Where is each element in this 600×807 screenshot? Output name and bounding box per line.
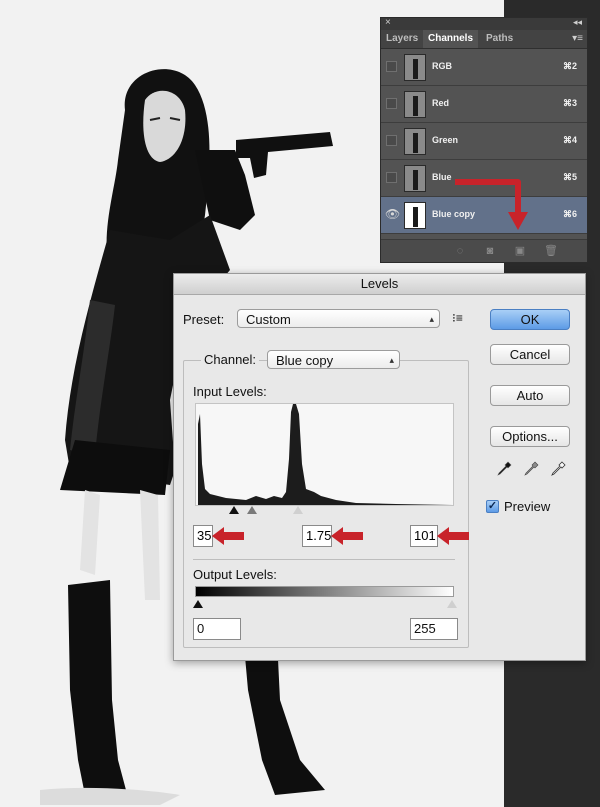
channel-shortcut: ⌘5 xyxy=(562,172,577,182)
chevron-updown-icon: ▴ xyxy=(429,314,434,324)
channel-value: Blue copy xyxy=(276,353,334,368)
input-black-field[interactable]: 35 xyxy=(193,525,213,547)
trash-icon[interactable]: 🗑 xyxy=(544,245,558,257)
cancel-button[interactable]: Cancel xyxy=(490,344,570,365)
annotation-arrow-channels xyxy=(455,179,528,230)
preview-checkbox[interactable]: ✓ xyxy=(486,500,499,513)
input-gamma-slider[interactable] xyxy=(247,506,257,514)
panel-footer: ◌ ◙ ▣ 🗑 xyxy=(381,239,587,262)
input-gamma-field[interactable]: 1.75 xyxy=(302,525,332,547)
preset-label: Preset: xyxy=(183,312,225,327)
panel-header-strip: × ◂◂ xyxy=(381,17,587,30)
output-black-slider[interactable] xyxy=(193,600,203,608)
channel-shortcut: ⌘6 xyxy=(562,209,577,219)
channel-thumbnail xyxy=(404,165,426,192)
channel-thumbnail xyxy=(404,128,426,155)
channel-shortcut: ⌘2 xyxy=(562,61,577,71)
tab-channels[interactable]: Channels xyxy=(423,30,479,48)
preview-label: Preview xyxy=(504,499,551,514)
channel-row-green[interactable]: Green ⌘4 xyxy=(381,123,587,160)
dialog-title: Levels xyxy=(174,274,585,295)
ok-button[interactable]: OK xyxy=(490,309,570,330)
input-white-field[interactable]: 101 xyxy=(410,525,438,547)
annotation-arrow-white xyxy=(437,527,469,545)
black-eyedropper-icon[interactable] xyxy=(496,461,512,477)
tab-paths[interactable]: Paths xyxy=(481,30,518,48)
close-icon[interactable]: × xyxy=(385,17,391,28)
visibility-toggle[interactable] xyxy=(386,61,397,72)
channel-select[interactable]: Blue copy ▴ xyxy=(267,350,400,369)
visibility-toggle[interactable] xyxy=(386,135,397,146)
input-levels-label: Input Levels: xyxy=(193,384,267,399)
auto-button[interactable]: Auto xyxy=(490,385,570,406)
annotation-arrow-black xyxy=(212,527,244,545)
white-eyedropper-icon[interactable] xyxy=(550,461,566,477)
channel-name: Green xyxy=(432,135,459,145)
channel-thumbnail xyxy=(404,54,426,81)
save-selection-icon[interactable]: ◙ xyxy=(484,245,496,257)
output-white-field[interactable]: 255 xyxy=(410,618,458,640)
eye-icon[interactable]: 👁 xyxy=(385,207,400,221)
output-white-slider[interactable] xyxy=(447,600,457,608)
channel-label: Channel: xyxy=(201,352,260,367)
channel-row-red[interactable]: Red ⌘3 xyxy=(381,86,587,123)
chevron-updown-icon: ▴ xyxy=(389,355,394,365)
channel-row-rgb[interactable]: RGB ⌘2 xyxy=(381,49,587,86)
channel-name: Blue xyxy=(432,172,452,182)
channel-thumbnail xyxy=(404,202,426,229)
preset-select[interactable]: Custom ▴ xyxy=(237,309,440,328)
output-levels-label: Output Levels: xyxy=(193,567,277,582)
histogram-graph xyxy=(198,404,453,505)
load-selection-icon[interactable]: ◌ xyxy=(454,245,466,257)
input-white-slider[interactable] xyxy=(293,506,303,514)
annotation-arrow-gamma xyxy=(331,527,363,545)
channel-thumbnail xyxy=(404,91,426,118)
output-gradient xyxy=(195,586,454,597)
input-black-slider[interactable] xyxy=(229,506,239,514)
section-divider xyxy=(193,559,455,560)
collapse-icon[interactable]: ◂◂ xyxy=(573,17,582,28)
channel-shortcut: ⌘4 xyxy=(562,135,577,145)
channel-shortcut: ⌘3 xyxy=(562,98,577,108)
new-channel-icon[interactable]: ▣ xyxy=(514,245,526,257)
tab-layers[interactable]: Layers xyxy=(381,30,423,48)
channel-name: Red xyxy=(432,98,450,108)
gray-eyedropper-icon[interactable] xyxy=(523,461,539,477)
output-black-field[interactable]: 0 xyxy=(193,618,241,640)
preset-value: Custom xyxy=(246,312,291,327)
histogram xyxy=(195,403,454,506)
preset-options-icon[interactable]: ⁝≡ xyxy=(452,311,463,325)
visibility-toggle[interactable] xyxy=(386,172,397,183)
panel-tabs: Layers Channels Paths ▾≡ xyxy=(381,30,587,49)
options-button[interactable]: Options... xyxy=(490,426,570,447)
panel-menu-icon[interactable]: ▾≡ xyxy=(572,33,583,44)
channel-name: RGB xyxy=(432,61,452,71)
visibility-toggle[interactable] xyxy=(386,98,397,109)
